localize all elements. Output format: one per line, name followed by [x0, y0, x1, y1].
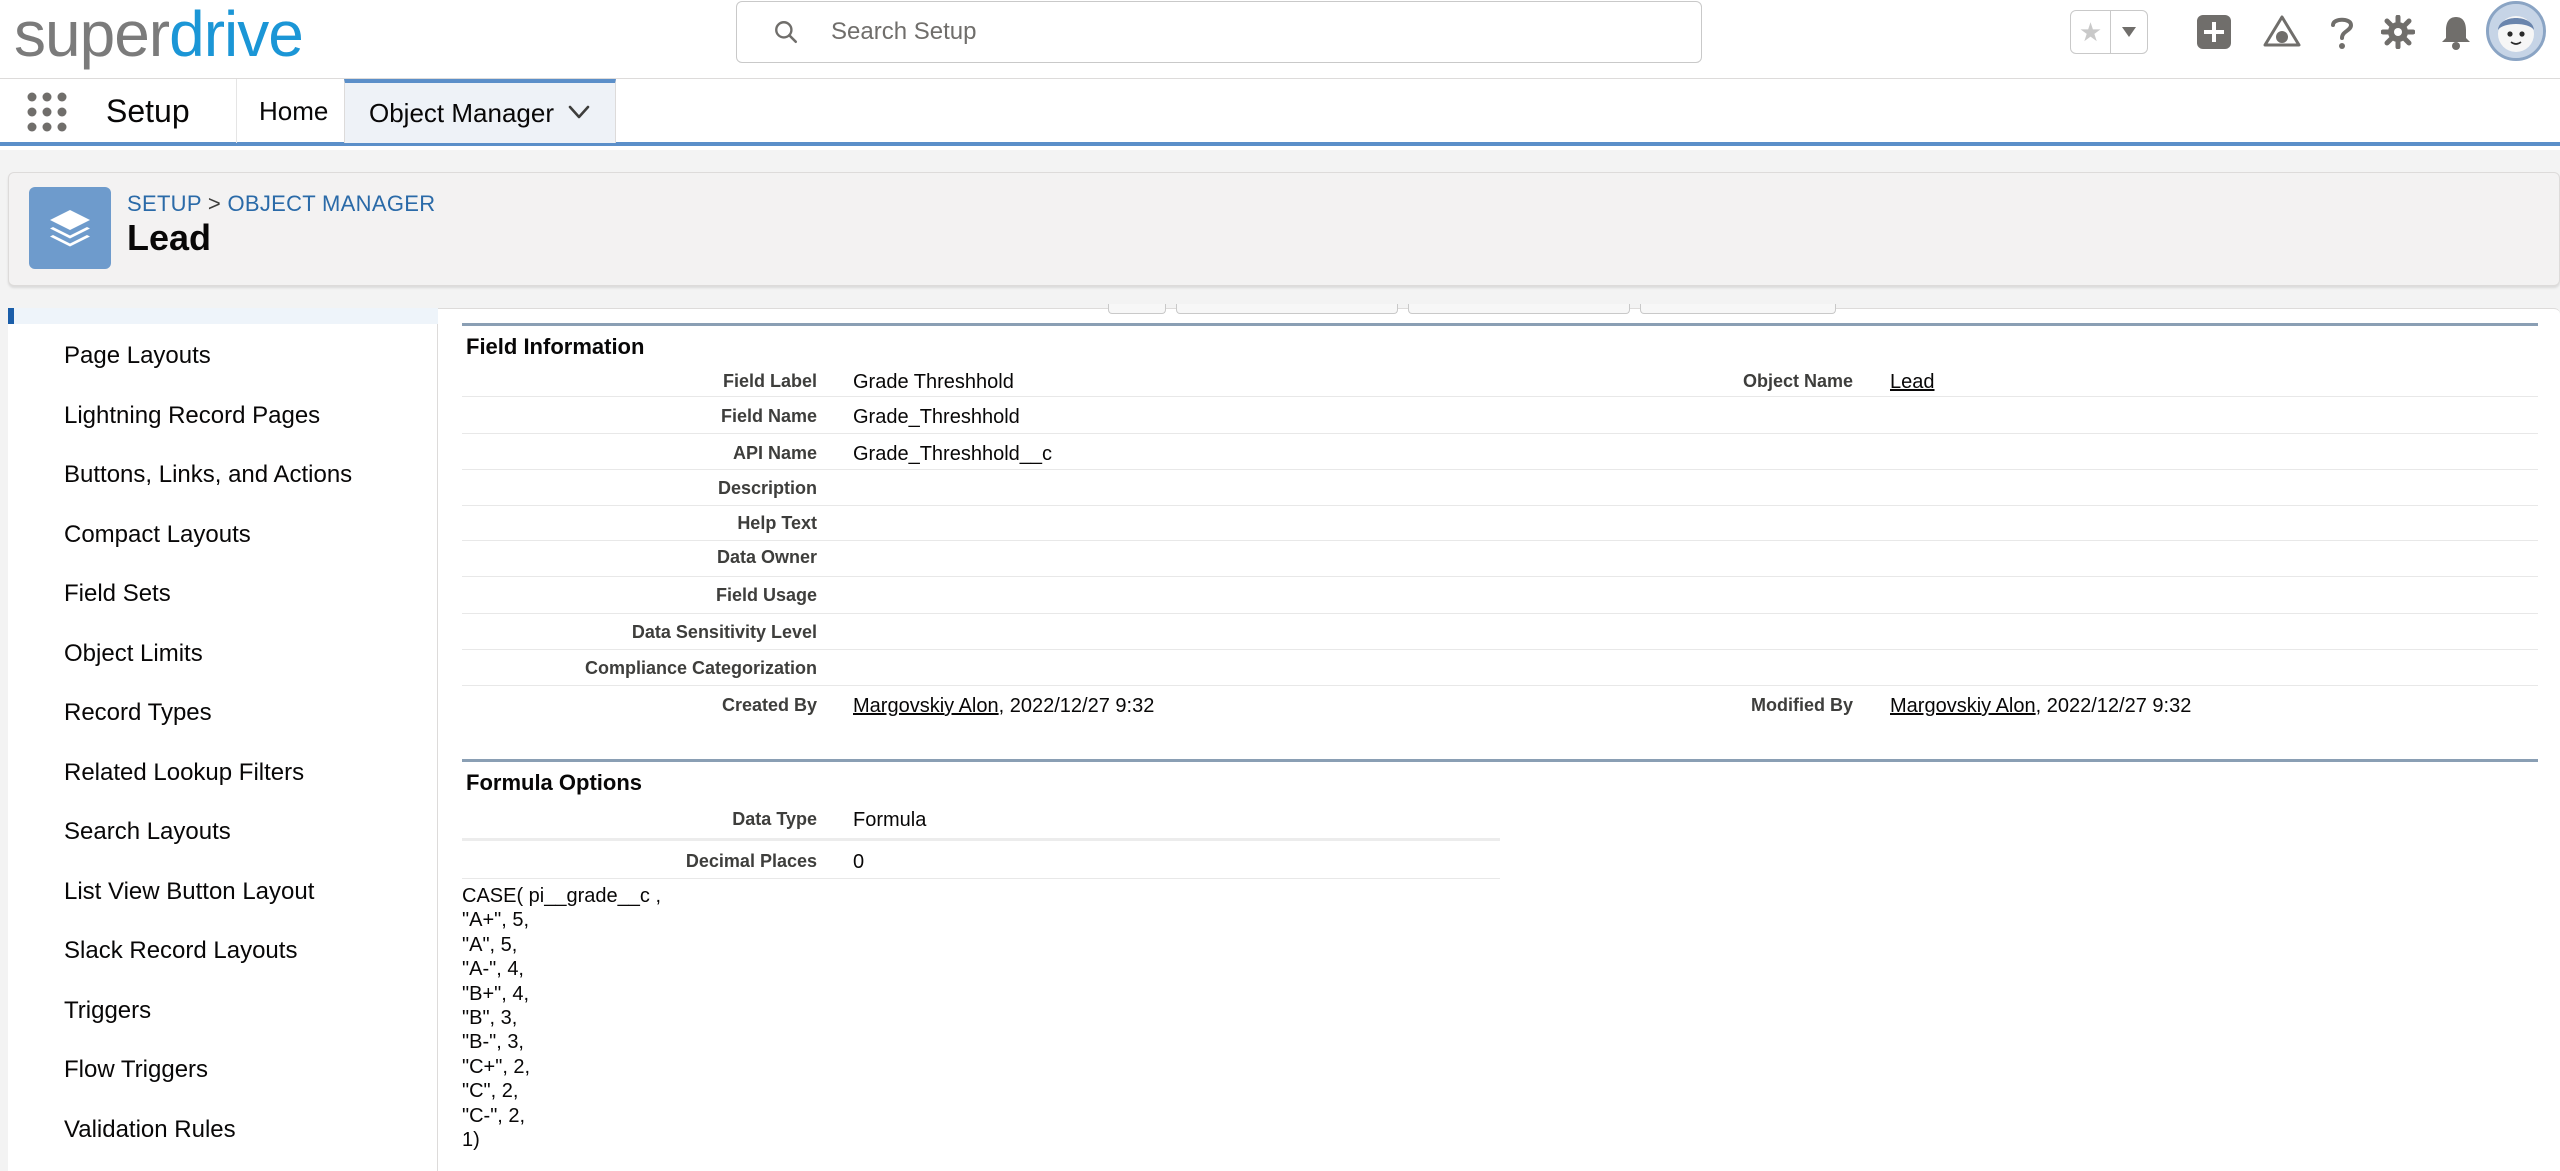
sidebar-item-buttons-links-actions[interactable]: Buttons, Links, and Actions	[64, 461, 352, 489]
data-sensitivity-label: Data Sensitivity Level	[631, 622, 817, 642]
sidebar-item-field-sets[interactable]: Field Sets	[64, 580, 171, 608]
field-row: Field Usage	[462, 577, 2538, 614]
field-row: API Name Grade_Threshhold__c	[462, 434, 2538, 470]
sidebar-item-object-limits[interactable]: Object Limits	[64, 640, 203, 668]
field-row: Field Label Grade Threshhold Object Name…	[462, 361, 2538, 397]
notifications-bell-icon[interactable]	[2436, 12, 2476, 52]
field-usage-label: Field Usage	[715, 585, 817, 605]
tab-object-manager[interactable]: Object Manager	[344, 79, 616, 143]
favorites-star-icon[interactable]: ★	[2071, 11, 2111, 53]
modified-by-label: Modified By	[1751, 695, 1853, 715]
add-icon[interactable]	[2194, 12, 2234, 52]
field-row: Decimal Places 0	[462, 841, 1500, 879]
modified-by-date: , 2022/12/27 9:32	[2035, 695, 2192, 717]
created-by-label: Created By	[721, 695, 817, 715]
field-information-section: Field Information	[462, 323, 2538, 361]
data-owner-label: Data Owner	[716, 547, 817, 567]
field-row: Description	[462, 470, 2538, 506]
breadcrumb: SETUP > OBJECT MANAGER	[127, 191, 435, 217]
section-title: Field Information	[466, 334, 645, 359]
decimal-places-value: 0	[853, 851, 865, 873]
description-label: Description	[717, 478, 817, 498]
object-page-header: SETUP > OBJECT MANAGER Lead	[8, 172, 2560, 286]
search-setup-box[interactable]	[736, 1, 1702, 63]
sidebar-active-indicator	[8, 308, 438, 324]
sidebar-item-search-layouts[interactable]: Search Layouts	[64, 818, 231, 846]
api-name-value: Grade_Threshhold__c	[853, 443, 1053, 465]
field-row: Data Type Formula	[462, 799, 1500, 841]
sidebar-item-slack-record-layouts[interactable]: Slack Record Layouts	[64, 937, 297, 965]
decimal-places-label: Decimal Places	[685, 851, 817, 871]
tab-home-label: Home	[259, 95, 329, 126]
chevron-down-icon[interactable]	[567, 103, 591, 121]
sidebar-item-validation-rules[interactable]: Validation Rules	[64, 1116, 236, 1144]
sidebar-item-triggers[interactable]: Triggers	[64, 997, 151, 1025]
section-title: Formula Options	[466, 770, 642, 795]
context-bar: Setup Home Object Manager	[0, 78, 2560, 146]
settings-gear-icon[interactable]	[2378, 12, 2418, 52]
field-name-value: Grade_Threshhold	[853, 406, 1020, 428]
trailhead-icon[interactable]	[2262, 12, 2302, 52]
favorites-menu-icon[interactable]	[2111, 11, 2147, 53]
global-header: superdrive ★	[0, 0, 2560, 78]
superdrive-logo[interactable]: super drive	[14, 0, 304, 70]
compliance-label: Compliance Categorization	[584, 658, 817, 678]
sidebar-item-flow-triggers[interactable]: Flow Triggers	[64, 1056, 208, 1084]
search-input[interactable]	[831, 14, 1671, 50]
sidebar-item-record-types[interactable]: Record Types	[64, 699, 212, 727]
data-type-label: Data Type	[732, 809, 817, 829]
field-row: Compliance Categorization	[462, 650, 2538, 686]
modified-by-value: Margovskiy Alon, 2022/12/27 9:32	[1890, 695, 2191, 718]
toolbar-button-stub[interactable]	[1640, 304, 1836, 314]
sidebar-item-related-lookup-filters[interactable]: Related Lookup Filters	[64, 759, 304, 787]
breadcrumb-separator: >	[207, 191, 222, 216]
object-name-link[interactable]: Lead	[1890, 371, 1935, 393]
field-row: Data Owner	[462, 541, 2538, 577]
formula-options-section: Formula Options	[462, 759, 2538, 799]
object-stack-icon	[29, 187, 111, 269]
app-launcher-icon[interactable]	[26, 91, 68, 133]
field-detail-panel: Field Information Field Label Grade Thre…	[462, 304, 2538, 1171]
object-sidebar: Page Layouts Lightning Record Pages Butt…	[8, 308, 438, 1171]
data-type-value: Formula	[853, 809, 927, 831]
tab-object-manager-label: Object Manager	[369, 97, 554, 128]
help-text-label: Help Text	[737, 513, 817, 533]
toolbar-button-stub[interactable]	[1408, 304, 1630, 314]
field-row: Created By Margovskiy Alon, 2022/12/27 9…	[462, 686, 2538, 724]
created-by-user-link[interactable]: Margovskiy Alon	[853, 695, 999, 717]
user-avatar[interactable]	[2486, 1, 2546, 61]
modified-by-user-link[interactable]: Margovskiy Alon	[1890, 695, 2036, 717]
page-title: Lead	[127, 217, 212, 258]
field-name-label: Field Name	[720, 406, 817, 426]
object-name-label: Object Name	[1742, 371, 1853, 391]
created-by-date: , 2022/12/27 9:32	[998, 695, 1155, 717]
object-name-value: Lead	[1890, 371, 1935, 394]
api-name-label: API Name	[732, 443, 817, 463]
sidebar-item-lightning-record-pages[interactable]: Lightning Record Pages	[64, 402, 320, 430]
sidebar-item-page-layouts[interactable]: Page Layouts	[64, 342, 211, 370]
toolbar-buttons-edge	[462, 304, 2538, 314]
created-by-value: Margovskiy Alon, 2022/12/27 9:32	[853, 695, 1154, 718]
help-icon[interactable]	[2322, 12, 2362, 52]
logo-text-drive: drive	[169, 0, 304, 70]
app-name: Setup	[106, 93, 190, 129]
field-row: Field Name Grade_Threshhold	[462, 397, 2538, 434]
breadcrumb-setup-link[interactable]: SETUP	[127, 191, 201, 216]
field-row: Data Sensitivity Level	[462, 614, 2538, 650]
favorites-group: ★	[2070, 10, 2148, 54]
breadcrumb-object-manager-link[interactable]: OBJECT MANAGER	[227, 191, 435, 216]
sidebar-item-list-view-button-layout[interactable]: List View Button Layout	[64, 878, 314, 906]
logo-text-super: super	[14, 0, 170, 70]
search-icon	[775, 21, 798, 44]
formula-text: CASE( pi__grade__c , "A+", 5, "A", 5, "A…	[462, 885, 662, 1152]
field-row: Help Text	[462, 506, 2538, 541]
toolbar-button-stub[interactable]	[1176, 304, 1398, 314]
toolbar-button-stub[interactable]	[1108, 304, 1166, 314]
tab-home[interactable]: Home	[236, 79, 344, 143]
field-label-label: Field Label	[722, 371, 817, 391]
field-label-value: Grade Threshhold	[853, 371, 1014, 393]
sidebar-item-compact-layouts[interactable]: Compact Layouts	[64, 521, 251, 549]
